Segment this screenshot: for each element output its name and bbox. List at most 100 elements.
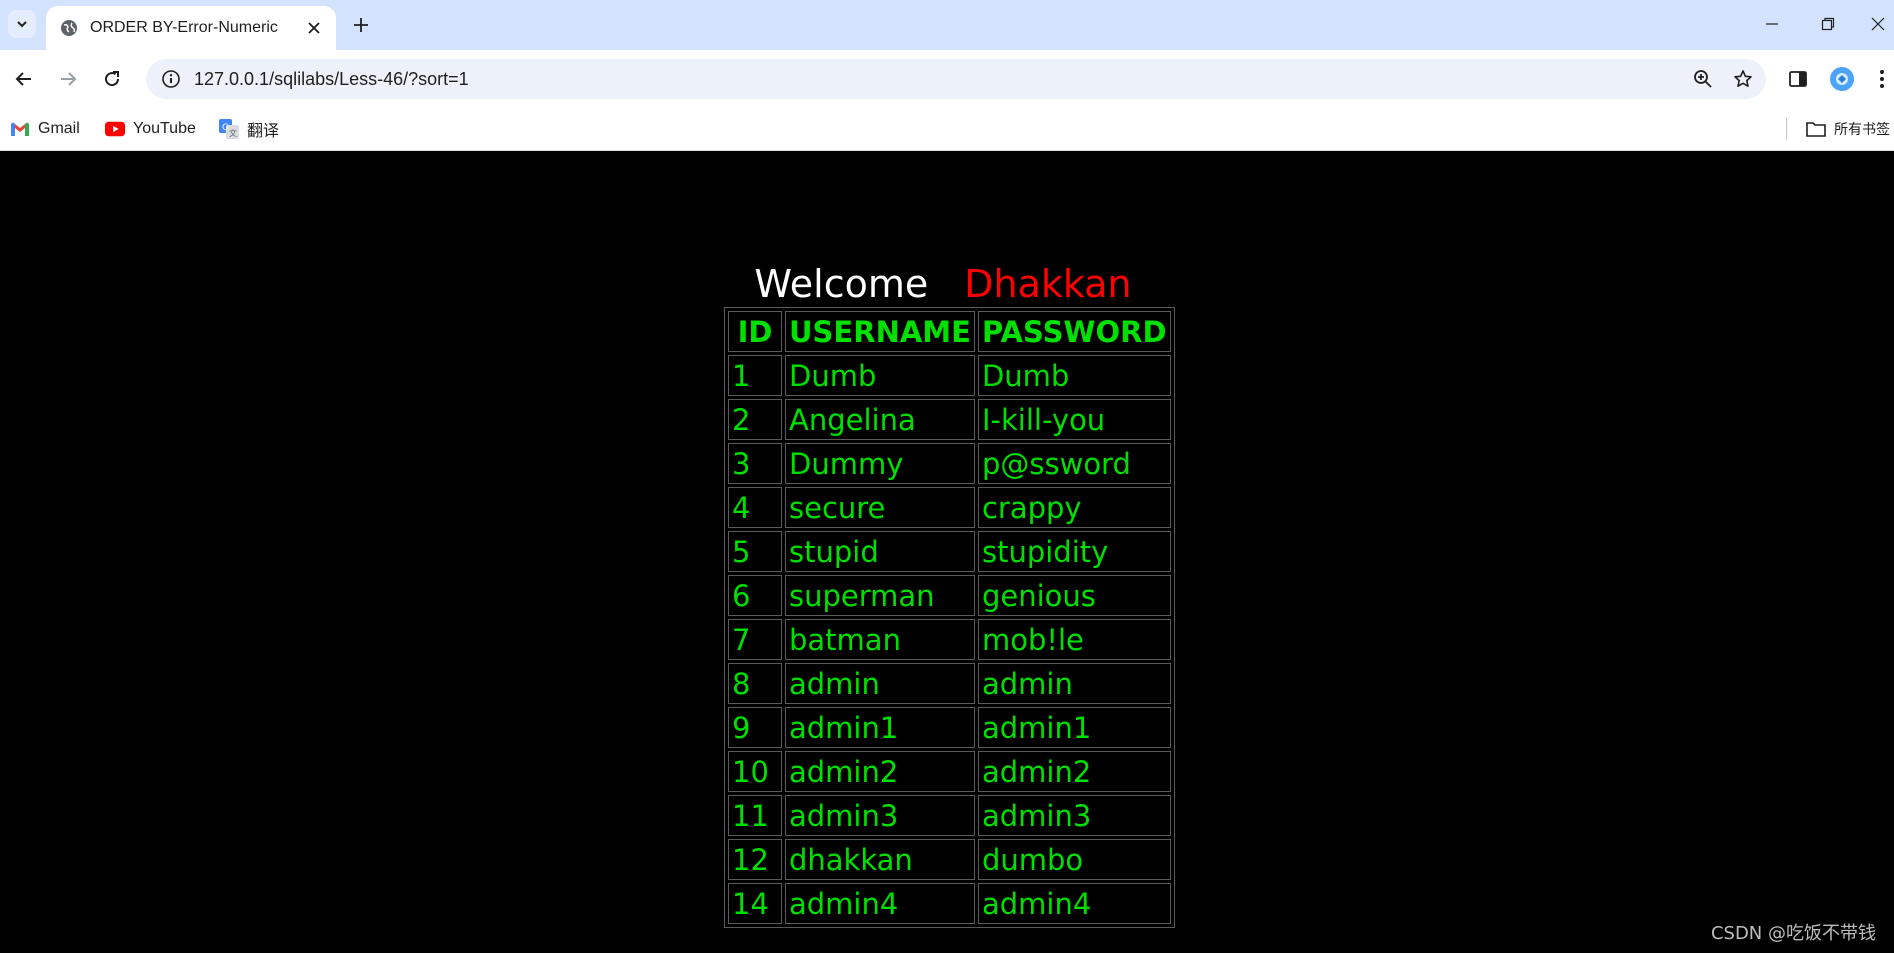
header-id: ID (728, 311, 782, 352)
cell-id: 7 (728, 619, 782, 660)
minimize-icon (1766, 23, 1778, 25)
cell-password: dumbo (977, 839, 1171, 880)
bookmarks-separator (1786, 118, 1787, 140)
table-row: 2 Angelina I-kill-you (728, 399, 1171, 440)
back-button[interactable] (8, 63, 40, 95)
cell-username: admin4 (785, 883, 975, 924)
user-name: Dhakkan (964, 262, 1132, 306)
menu-button[interactable] (1870, 63, 1894, 95)
more-vert-icon (1880, 70, 1884, 88)
cell-password: Dumb (977, 355, 1171, 396)
youtube-icon (105, 119, 125, 139)
csdn-watermark: CSDN @吃饭不带钱 (1710, 923, 1876, 944)
minimize-button[interactable] (1750, 8, 1794, 40)
table-row: 8 admin admin (728, 663, 1171, 704)
bookmark-youtube[interactable]: YouTube (105, 116, 196, 142)
svg-text:G: G (222, 123, 229, 133)
table-row: 12 dhakkan dumbo (728, 839, 1171, 880)
cell-password: p@ssword (977, 443, 1171, 484)
cell-username: admin1 (785, 707, 975, 748)
table-header-row: ID USERNAME PASSWORD (728, 311, 1171, 352)
star-icon (1734, 70, 1752, 87)
cell-username: batman (785, 619, 975, 660)
bookmarks-bar: Gmail YouTube G文 翻译 所有书签 (0, 108, 1894, 151)
side-panel-icon (1789, 71, 1807, 87)
welcome-heading: Welcome Dhakkan (0, 260, 1894, 308)
cell-id: 8 (728, 663, 782, 704)
table-row: 11 admin3 admin3 (728, 795, 1171, 836)
gmail-icon (10, 119, 30, 139)
cell-username: stupid (785, 531, 975, 572)
cell-id: 11 (728, 795, 782, 836)
close-window-button[interactable] (1862, 8, 1894, 40)
url-input[interactable] (194, 68, 1686, 90)
zoom-button[interactable] (1686, 62, 1720, 96)
arrow-right-icon (61, 72, 77, 86)
extension-button[interactable] (1826, 63, 1858, 95)
all-bookmarks-label: 所有书签 (1834, 121, 1890, 137)
active-tab[interactable]: ORDER BY-Error-Numeric (46, 6, 336, 50)
table-row: 10 admin2 admin2 (728, 751, 1171, 792)
cell-password: admin2 (977, 751, 1171, 792)
chevron-down-icon (17, 21, 27, 28)
bookmark-translate[interactable]: G文 翻译 (219, 116, 279, 142)
cell-password: mob!le (977, 619, 1171, 660)
table-row: 1 Dumb Dumb (728, 355, 1171, 396)
all-bookmarks-button[interactable]: 所有书签 (1806, 116, 1890, 142)
page-content: Welcome Dhakkan ID USERNAME PASSWORD 1 Dum… (0, 151, 1894, 953)
cell-password: stupidity (977, 531, 1171, 572)
cell-password: admin1 (977, 707, 1171, 748)
tab-close-button[interactable] (300, 14, 328, 42)
side-panel-button[interactable] (1782, 63, 1814, 95)
tab-strip: ORDER BY-Error-Numeric (0, 0, 1894, 50)
table-row: 7 batman mob!le (728, 619, 1171, 660)
reload-icon (105, 71, 120, 87)
profile-avatar-icon (1830, 67, 1854, 91)
new-tab-button[interactable] (346, 10, 376, 40)
globe-icon (60, 19, 78, 37)
bookmark-label: YouTube (133, 120, 196, 137)
cell-username: admin3 (785, 795, 975, 836)
cell-id: 3 (728, 443, 782, 484)
cell-id: 12 (728, 839, 782, 880)
bookmark-gmail[interactable]: Gmail (10, 116, 80, 142)
cell-password: admin3 (977, 795, 1171, 836)
folder-icon (1806, 119, 1826, 139)
zoom-in-icon (1694, 70, 1712, 88)
cell-id: 5 (728, 531, 782, 572)
table-row: 6 superman genious (728, 575, 1171, 616)
restore-icon (1821, 17, 1835, 31)
tab-search-button[interactable] (8, 10, 36, 38)
table-row: 3 Dummy p@ssword (728, 443, 1171, 484)
cell-id: 10 (728, 751, 782, 792)
cell-username: admin2 (785, 751, 975, 792)
close-icon (1871, 17, 1885, 31)
cell-id: 2 (728, 399, 782, 440)
cell-password: I-kill-you (977, 399, 1171, 440)
table-row: 9 admin1 admin1 (728, 707, 1171, 748)
site-info-icon[interactable] (158, 66, 184, 92)
forward-button[interactable] (52, 63, 84, 95)
cell-password: admin (977, 663, 1171, 704)
google-translate-icon: G文 (219, 119, 239, 139)
cell-username: admin (785, 663, 975, 704)
cell-password: crappy (977, 487, 1171, 528)
cell-username: Angelina (785, 399, 975, 440)
cell-password: admin4 (977, 883, 1171, 924)
bookmark-star-button[interactable] (1726, 62, 1760, 96)
restore-button[interactable] (1806, 8, 1850, 40)
address-bar[interactable] (146, 59, 1766, 99)
bookmark-label: Gmail (38, 120, 80, 137)
reload-button[interactable] (96, 63, 128, 95)
plus-icon (354, 18, 368, 32)
table-row: 14 admin4 admin4 (728, 883, 1171, 924)
arrow-left-icon (15, 72, 31, 86)
bookmark-label: 翻译 (247, 123, 280, 140)
cell-username: dhakkan (785, 839, 975, 880)
table-row: 5 stupid stupidity (728, 531, 1171, 572)
cell-id: 1 (728, 355, 782, 396)
close-icon (308, 22, 320, 34)
users-table: ID USERNAME PASSWORD 1 Dumb Dumb 2 Angelina… (724, 307, 1175, 928)
cell-id: 6 (728, 575, 782, 616)
table-row: 4 secure crappy (728, 487, 1171, 528)
